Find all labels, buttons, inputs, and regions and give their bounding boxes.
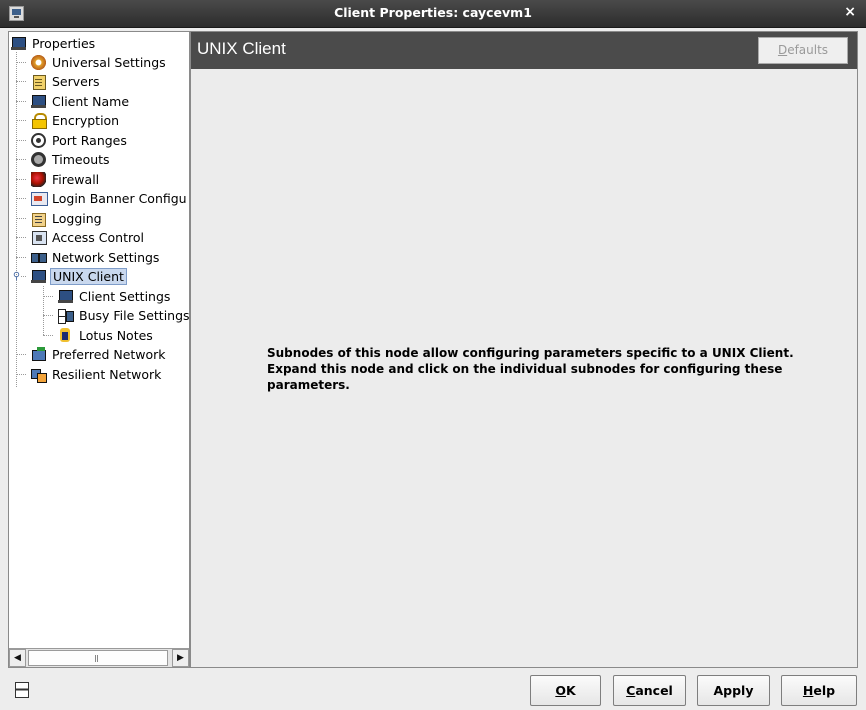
tree-node-label: Firewall [52, 172, 100, 187]
title-bar: Client Properties: caycevm1 × [0, 0, 866, 28]
tree-node-label: Timeouts [52, 152, 110, 167]
network-icon [31, 250, 47, 265]
tree-node-client-name[interactable]: Client Name [31, 92, 131, 111]
tree-node-preferred-network[interactable]: Preferred Network [31, 345, 168, 364]
tree-node-unix-client[interactable]: UNIX Client [31, 267, 127, 286]
tree-node-label: Access Control [52, 230, 144, 245]
scroll-right-icon[interactable]: ▶ [172, 649, 189, 667]
lock-icon [31, 113, 47, 129]
defaults-button: Defaults [758, 37, 848, 64]
properties-tree: ⚲ Properties Universal Settings Servers … [9, 32, 189, 648]
content-panel: UNIX Client Defaults Subnodes of this no… [190, 31, 858, 668]
tree-node-label: Logging [52, 211, 102, 226]
computer-icon [31, 94, 46, 109]
gear-icon [31, 55, 46, 70]
firewall-icon [31, 172, 46, 187]
hourglass-icon[interactable] [15, 682, 29, 698]
tree-node-label: Port Ranges [52, 133, 127, 148]
panel-description: Subnodes of this node allow configuring … [267, 346, 794, 392]
page-title: UNIX Client [197, 39, 286, 58]
tree-node-access-control[interactable]: Access Control [31, 228, 146, 247]
tree-node-lotus-notes[interactable]: Lotus Notes [58, 326, 155, 345]
tree-node-label: Properties [32, 36, 96, 51]
tree-node-servers[interactable]: Servers [31, 72, 102, 91]
window-title: Client Properties: caycevm1 [334, 5, 532, 20]
tree-node-universal-settings[interactable]: Universal Settings [31, 53, 168, 72]
clock-icon [31, 152, 46, 167]
scroll-left-icon[interactable]: ◀ [9, 649, 26, 667]
tree-node-network-settings[interactable]: Network Settings [31, 248, 161, 267]
content-header: UNIX Client Defaults [191, 32, 857, 69]
tree-node-port-ranges[interactable]: Port Ranges [31, 131, 129, 150]
expand-toggle-icon[interactable]: ⚲ [12, 272, 21, 282]
tree-node-label: Network Settings [52, 250, 160, 265]
tree-node-label: Client Settings [79, 289, 171, 304]
tree-node-label: Resilient Network [52, 367, 162, 382]
computer-icon [11, 36, 26, 51]
tree-node-label: Busy File Settings [79, 308, 190, 323]
logging-icon [31, 211, 46, 227]
banner-icon [31, 191, 48, 206]
tree-node-label: UNIX Client [50, 268, 127, 285]
tree-node-busy-file-settings[interactable]: Busy File Settings [58, 306, 190, 325]
tree-node-label: Servers [52, 74, 100, 89]
tree-node-timeouts[interactable]: Timeouts [31, 150, 112, 169]
tree-node-logging[interactable]: Logging [31, 209, 104, 228]
scrollbar-thumb[interactable] [28, 650, 168, 666]
resilient-network-icon [31, 367, 47, 383]
close-icon[interactable]: × [844, 4, 856, 20]
tree-horizontal-scrollbar[interactable]: ◀ ▶ [9, 648, 189, 667]
access-control-icon [31, 230, 47, 245]
ok-button[interactable]: OK [530, 675, 601, 706]
tree-node-client-settings[interactable]: Client Settings [58, 287, 172, 306]
tree-node-properties[interactable]: Properties [11, 34, 97, 53]
tree-node-label: Client Name [52, 94, 130, 109]
tree-node-resilient-network[interactable]: Resilient Network [31, 365, 163, 384]
server-icon [31, 74, 46, 90]
tree-node-label: Encryption [52, 113, 120, 128]
tree-node-firewall[interactable]: Firewall [31, 170, 101, 189]
tree-node-label: Login Banner Configu [52, 191, 187, 206]
preferred-network-icon [31, 347, 46, 362]
computer-icon [31, 269, 46, 284]
tree-node-label: Preferred Network [52, 347, 166, 362]
tree-node-label: Lotus Notes [79, 328, 153, 343]
properties-tree-panel: ⚲ Properties Universal Settings Servers … [8, 31, 190, 668]
tree-node-login-banner[interactable]: Login Banner Configu [31, 189, 189, 208]
cancel-button[interactable]: Cancel [613, 675, 686, 706]
lotus-notes-icon [58, 328, 73, 343]
help-button[interactable]: Help [781, 675, 857, 706]
target-icon [31, 133, 46, 148]
apply-button[interactable]: Apply [697, 675, 770, 706]
computer-icon [58, 289, 73, 304]
tree-node-encryption[interactable]: Encryption [31, 111, 121, 130]
tree-node-label: Universal Settings [52, 55, 166, 70]
hourglass-icon [58, 308, 74, 324]
